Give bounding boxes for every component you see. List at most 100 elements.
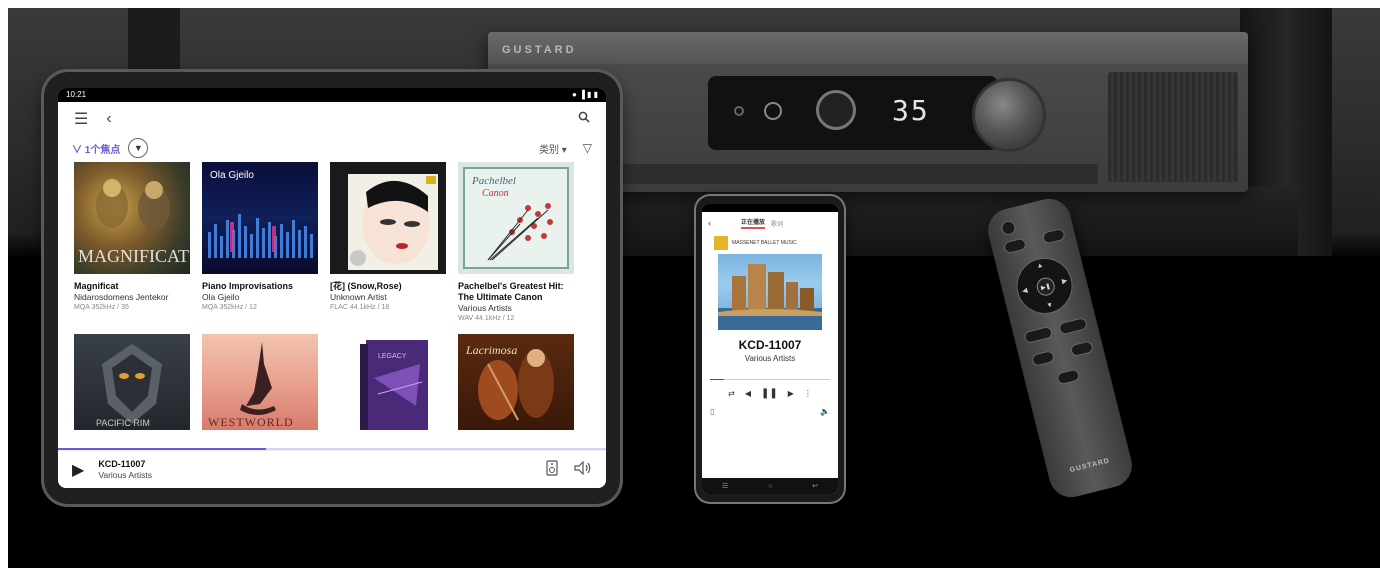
phone-track-title: KCD-11007 — [738, 338, 802, 352]
album-artist: Unknown Artist — [330, 292, 387, 302]
headphone-jack — [764, 102, 782, 120]
volume-display: 35 — [892, 94, 930, 127]
back-icon[interactable]: ‹ — [106, 110, 111, 128]
filter-bar: ∨ 1个焦点 ▼ 类别 ▾ ▽ — [58, 136, 606, 160]
album-card[interactable]: [花] (Snow,Rose) Unknown Artist FLAC 44.1… — [330, 162, 446, 313]
album-cover[interactable] — [330, 162, 446, 274]
previous-icon[interactable]: ◀ — [745, 389, 751, 398]
record-label-banner: MASSENET BALLET MUSIC — [702, 234, 838, 252]
phone-system-nav: ☰ ○ ↩ — [702, 478, 838, 494]
phone-screen: ‹ 正在播放 歌词 MASSENET BALLET MUSIC KCD-1100… — [702, 204, 838, 494]
tablet-toolbar: ☰ ‹ — [58, 102, 606, 136]
album-cover[interactable]: Lacrimosa — [458, 334, 574, 430]
remote-power-button[interactable] — [999, 219, 1017, 237]
tablet-screen: 10:21 ● ▐ ▮ ▮ ☰ ‹ ∨ 1个焦点 ▼ 类别 ▾ ▽ MAGNIF… — [58, 88, 606, 488]
output-device-icon[interactable] — [546, 460, 558, 479]
phone-device: ‹ 正在播放 歌词 MASSENET BALLET MUSIC KCD-1100… — [696, 196, 844, 502]
album-cover[interactable]: MAGNIFICAT — [74, 162, 190, 274]
mini-player: ▶ KCD-11007 Various Artists — [58, 450, 606, 488]
album-card[interactable]: LEGACY — [330, 334, 446, 437]
home-icon[interactable]: ○ — [768, 483, 772, 490]
next-icon[interactable]: ▶ — [788, 389, 794, 398]
svg-text:Lacrimosa: Lacrimosa — [465, 343, 517, 357]
play-icon[interactable]: ▶ — [72, 460, 84, 480]
tablet-status-bar: 10:21 ● ▐ ▮ ▮ — [58, 88, 606, 102]
album-format: FLAC 44.1kHz / 18 — [330, 304, 390, 311]
album-card[interactable]: Pachelbel Canon Pachelbel's Greatest Hit… — [458, 162, 574, 324]
play-pause-icon[interactable]: ▶❚ — [1034, 275, 1057, 298]
svg-text:LEGACY: LEGACY — [378, 353, 407, 360]
recents-icon[interactable]: ☰ — [722, 482, 728, 490]
record-label-logo — [714, 236, 728, 250]
phone-bottom-controls: ▯ 🔈 — [702, 399, 838, 416]
now-playing-cover — [718, 254, 822, 330]
remote-brand: GUSTARD — [1069, 457, 1111, 475]
volume-icon[interactable]: 🔈 — [820, 407, 830, 416]
album-cover[interactable]: LEGACY — [330, 334, 446, 430]
svg-text:MAGNIFICAT: MAGNIFICAT — [78, 246, 189, 266]
album-artist: Ola Gjeilo — [202, 292, 240, 302]
album-format: MQA 352kHz / 12 — [202, 304, 257, 311]
remote-button[interactable] — [1069, 340, 1094, 358]
album-title: [花] (Snow,Rose) — [330, 281, 402, 291]
power-led — [734, 106, 744, 116]
album-title: Piano Improvisations — [202, 281, 294, 291]
now-playing-info[interactable]: KCD-11007 Various Artists — [98, 459, 530, 481]
album-artist: Various Artists — [458, 303, 512, 313]
shuffle-icon[interactable]: ⇄ — [728, 389, 735, 398]
amplifier-top — [488, 32, 1248, 64]
phone-track-artist: Various Artists — [744, 354, 796, 363]
back-icon[interactable]: ‹ — [708, 218, 711, 228]
sort-dropdown[interactable]: 类别 ▾ — [539, 141, 567, 156]
now-playing-title: KCD-11007 — [98, 458, 146, 469]
amplifier-front-panel: 35 — [708, 76, 998, 150]
output-device-icon[interactable]: ▯ — [710, 407, 714, 416]
album-artist: Nidarosdomens Jentekor — [74, 292, 169, 302]
queue-icon[interactable]: ⋮ — [804, 389, 812, 398]
album-card[interactable]: Ola Gjeilo Piano Improvisations Ola Gjei… — [202, 162, 318, 313]
status-time: 10:21 — [66, 90, 87, 99]
phone-tab-bar: ‹ 正在播放 歌词 — [702, 212, 838, 234]
tab-now-playing[interactable]: 正在播放 — [741, 217, 766, 229]
tab-lyrics[interactable]: 歌词 — [771, 219, 783, 228]
now-playing-artist: Various Artists — [98, 469, 153, 480]
record-label-text: MASSENET BALLET MUSIC — [732, 240, 797, 246]
phone-playback-controls: ⇄ ◀ ❚❚ ▶ ⋮ — [702, 388, 838, 399]
album-cover[interactable]: WESTWORLD — [202, 334, 318, 430]
focus-filter[interactable]: ∨ 1个焦点 — [72, 141, 120, 156]
pause-icon[interactable]: ❚❚ — [761, 388, 778, 399]
phone-status-bar — [702, 204, 838, 212]
svg-text:PACIFIC RIM: PACIFIC RIM — [96, 418, 150, 428]
album-cover[interactable]: PACIFIC RIM — [74, 334, 190, 430]
remote-button[interactable] — [1056, 368, 1081, 386]
phone-progress-bar[interactable] — [710, 379, 830, 380]
album-cover[interactable]: Ola Gjeilo — [202, 162, 318, 274]
svg-text:WESTWORLD: WESTWORLD — [208, 415, 294, 429]
xlr-jack — [816, 90, 856, 130]
menu-icon[interactable]: ☰ — [74, 109, 88, 129]
remote-button[interactable] — [1002, 237, 1028, 255]
system-back-icon[interactable]: ↩ — [812, 482, 818, 490]
album-card[interactable]: WESTWORLD — [202, 334, 318, 437]
svg-text:Pachelbel: Pachelbel — [471, 175, 516, 187]
remote-button[interactable] — [1023, 325, 1054, 345]
album-format: MQA 352kHz / 35 — [74, 304, 129, 311]
album-cover[interactable]: Pachelbel Canon — [458, 162, 574, 274]
album-title: Pachelbel's Greatest Hit: The Ultimate C… — [458, 281, 564, 302]
remote-dpad[interactable]: ▲ ▼ ◀ ▶ ▶❚ — [1010, 251, 1079, 320]
album-cover-text: Ola Gjeilo — [210, 170, 254, 181]
remote-button[interactable] — [1058, 316, 1089, 336]
remote-button[interactable] — [1030, 349, 1056, 367]
album-card[interactable]: PACIFIC RIM — [74, 334, 190, 437]
filter-chip-dropdown-icon[interactable]: ▼ — [128, 138, 149, 158]
svg-text:Canon: Canon — [482, 188, 509, 199]
album-card[interactable]: MAGNIFICAT Magnificat Nidarosdomens Jent… — [74, 162, 190, 313]
tablet-device: 10:21 ● ▐ ▮ ▮ ☰ ‹ ∨ 1个焦点 ▼ 类别 ▾ ▽ MAGNIF… — [44, 72, 620, 504]
album-format: WAV 44.1kHz / 12 — [458, 315, 515, 322]
search-icon[interactable] — [578, 110, 590, 128]
remote-button[interactable] — [1041, 227, 1066, 245]
amplifier-brand: GUSTARD — [502, 44, 577, 56]
album-card[interactable]: Lacrimosa — [458, 334, 574, 437]
volume-icon[interactable] — [574, 460, 592, 478]
funnel-icon[interactable]: ▽ — [583, 141, 592, 155]
